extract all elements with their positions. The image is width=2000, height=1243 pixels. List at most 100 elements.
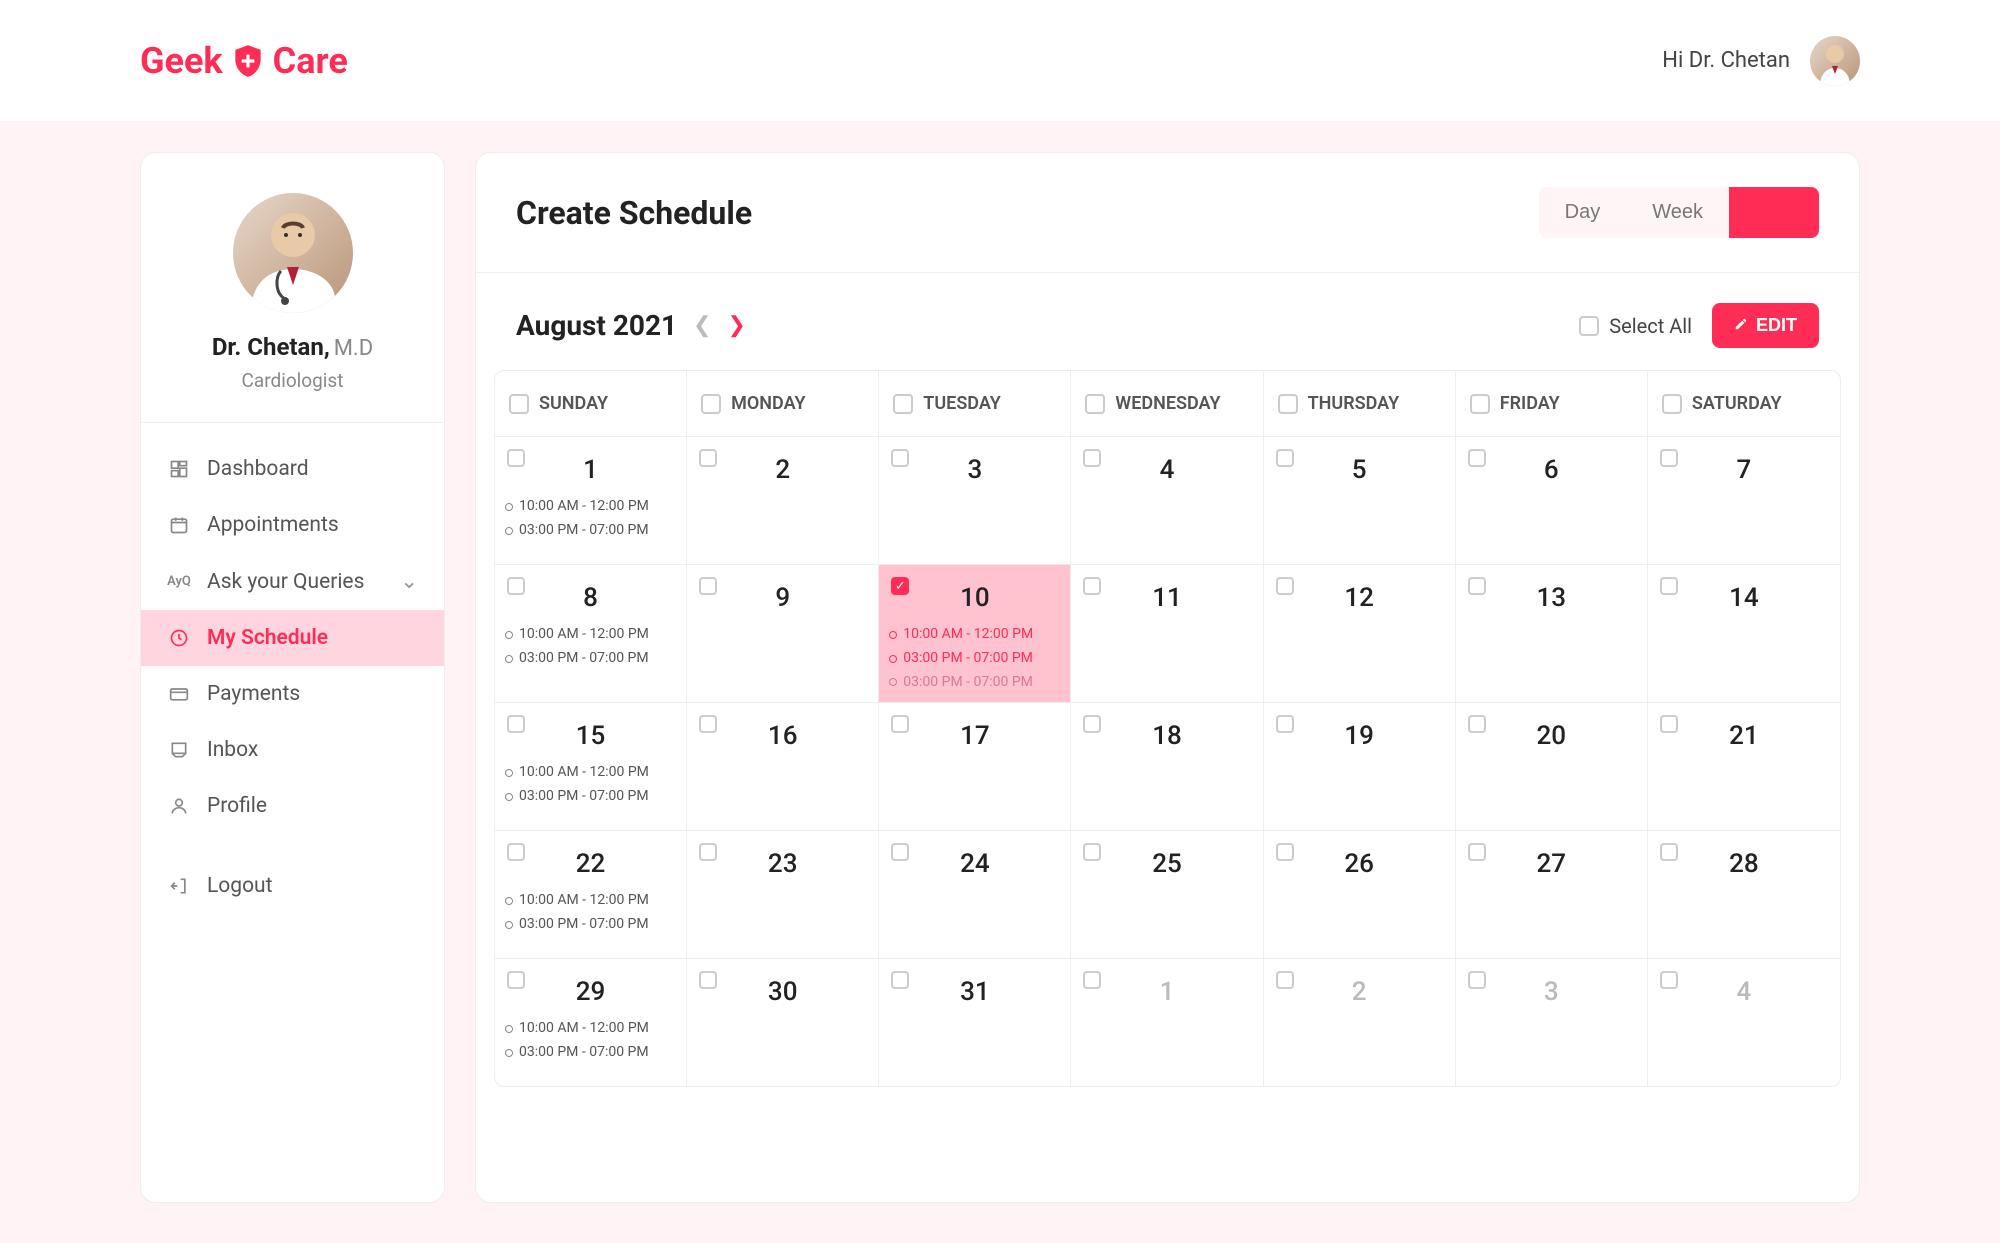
select-all[interactable]: Select All bbox=[1579, 314, 1692, 338]
day-checkbox[interactable] bbox=[1468, 449, 1486, 467]
day-checkbox[interactable] bbox=[699, 715, 717, 733]
calendar-cell[interactable]: 24 bbox=[879, 830, 1071, 958]
day-checkbox[interactable] bbox=[1660, 577, 1678, 595]
weekday-checkbox[interactable] bbox=[1470, 394, 1490, 414]
day-checkbox[interactable] bbox=[507, 449, 525, 467]
event-slot[interactable]: 03:00 PM - 07:00 PM bbox=[505, 647, 676, 671]
calendar-cell[interactable]: 2210:00 AM - 12:00 PM03:00 PM - 07:00 PM bbox=[495, 830, 687, 958]
next-month-icon[interactable]: ❯ bbox=[728, 313, 746, 338]
calendar-cell[interactable]: 11 bbox=[1071, 564, 1263, 702]
day-checkbox[interactable] bbox=[1660, 449, 1678, 467]
calendar-cell[interactable]: 12 bbox=[1264, 564, 1456, 702]
calendar-cell[interactable]: 2 bbox=[1264, 958, 1456, 1086]
event-slot[interactable]: 03:00 PM - 07:00 PM bbox=[505, 785, 676, 809]
nav-payments[interactable]: Payments bbox=[141, 666, 444, 722]
edit-button[interactable]: EDIT bbox=[1712, 303, 1819, 348]
calendar-cell[interactable]: 19 bbox=[1264, 702, 1456, 830]
calendar-cell[interactable]: 21 bbox=[1648, 702, 1840, 830]
day-checkbox[interactable]: ✓ bbox=[891, 577, 909, 595]
day-checkbox[interactable] bbox=[1276, 449, 1294, 467]
avatar[interactable] bbox=[1810, 36, 1860, 86]
nav-ask-your-queries[interactable]: AyQ Ask your Queries ⌄ bbox=[141, 553, 444, 610]
calendar-cell[interactable]: 6 bbox=[1456, 436, 1648, 564]
day-checkbox[interactable] bbox=[1468, 971, 1486, 989]
calendar-cell[interactable]: 17 bbox=[879, 702, 1071, 830]
day-checkbox[interactable] bbox=[699, 971, 717, 989]
calendar-cell[interactable]: 3 bbox=[1456, 958, 1648, 1086]
day-checkbox[interactable] bbox=[891, 843, 909, 861]
calendar-cell[interactable]: 20 bbox=[1456, 702, 1648, 830]
calendar-cell[interactable]: 18 bbox=[1071, 702, 1263, 830]
calendar-cell[interactable]: 16 bbox=[687, 702, 879, 830]
event-slot[interactable]: 03:00 PM - 07:00 PM bbox=[889, 671, 1060, 695]
day-checkbox[interactable] bbox=[507, 577, 525, 595]
event-slot[interactable]: 03:00 PM - 07:00 PM bbox=[505, 913, 676, 937]
calendar-cell[interactable]: 26 bbox=[1264, 830, 1456, 958]
calendar-cell[interactable]: ✓1010:00 AM - 12:00 PM03:00 PM - 07:00 P… bbox=[879, 564, 1071, 702]
view-month-button[interactable] bbox=[1729, 187, 1819, 238]
nav-logout[interactable]: Logout bbox=[141, 858, 444, 914]
day-checkbox[interactable] bbox=[1468, 715, 1486, 733]
nav-appointments[interactable]: Appointments bbox=[141, 497, 444, 553]
day-checkbox[interactable] bbox=[1083, 449, 1101, 467]
nav-profile[interactable]: Profile bbox=[141, 778, 444, 834]
select-all-checkbox[interactable] bbox=[1579, 316, 1599, 336]
day-checkbox[interactable] bbox=[1468, 843, 1486, 861]
weekday-checkbox[interactable] bbox=[1278, 394, 1298, 414]
calendar-cell[interactable]: 110:00 AM - 12:00 PM03:00 PM - 07:00 PM bbox=[495, 436, 687, 564]
day-checkbox[interactable] bbox=[1276, 577, 1294, 595]
calendar-cell[interactable]: 810:00 AM - 12:00 PM03:00 PM - 07:00 PM bbox=[495, 564, 687, 702]
day-checkbox[interactable] bbox=[1660, 971, 1678, 989]
event-slot[interactable]: 10:00 AM - 12:00 PM bbox=[505, 761, 676, 785]
day-checkbox[interactable] bbox=[891, 971, 909, 989]
day-checkbox[interactable] bbox=[1276, 715, 1294, 733]
calendar-cell[interactable]: 1510:00 AM - 12:00 PM03:00 PM - 07:00 PM bbox=[495, 702, 687, 830]
nav-inbox[interactable]: Inbox bbox=[141, 722, 444, 778]
calendar-cell[interactable]: 30 bbox=[687, 958, 879, 1086]
calendar-cell[interactable]: 25 bbox=[1071, 830, 1263, 958]
day-checkbox[interactable] bbox=[507, 715, 525, 733]
day-checkbox[interactable] bbox=[891, 715, 909, 733]
calendar-cell[interactable]: 23 bbox=[687, 830, 879, 958]
calendar-cell[interactable]: 2910:00 AM - 12:00 PM03:00 PM - 07:00 PM bbox=[495, 958, 687, 1086]
day-checkbox[interactable] bbox=[891, 449, 909, 467]
calendar-cell[interactable]: 4 bbox=[1648, 958, 1840, 1086]
day-checkbox[interactable] bbox=[1468, 577, 1486, 595]
logo[interactable]: Geek Care bbox=[140, 40, 348, 82]
event-slot[interactable]: 10:00 AM - 12:00 PM bbox=[505, 889, 676, 913]
calendar-cell[interactable]: 13 bbox=[1456, 564, 1648, 702]
view-day-button[interactable]: Day bbox=[1539, 187, 1627, 238]
event-slot[interactable]: 10:00 AM - 12:00 PM bbox=[505, 1017, 676, 1041]
day-checkbox[interactable] bbox=[699, 843, 717, 861]
weekday-checkbox[interactable] bbox=[701, 394, 721, 414]
day-checkbox[interactable] bbox=[1083, 843, 1101, 861]
view-week-button[interactable]: Week bbox=[1626, 187, 1729, 238]
event-slot[interactable]: 03:00 PM - 07:00 PM bbox=[505, 1041, 676, 1065]
calendar-cell[interactable]: 31 bbox=[879, 958, 1071, 1086]
event-slot[interactable]: 03:00 PM - 07:00 PM bbox=[505, 519, 676, 543]
calendar-cell[interactable]: 28 bbox=[1648, 830, 1840, 958]
weekday-checkbox[interactable] bbox=[1662, 394, 1682, 414]
weekday-checkbox[interactable] bbox=[893, 394, 913, 414]
calendar-cell[interactable]: 14 bbox=[1648, 564, 1840, 702]
weekday-checkbox[interactable] bbox=[509, 394, 529, 414]
weekday-checkbox[interactable] bbox=[1085, 394, 1105, 414]
day-checkbox[interactable] bbox=[699, 449, 717, 467]
event-slot[interactable]: 10:00 AM - 12:00 PM bbox=[505, 623, 676, 647]
day-checkbox[interactable] bbox=[1276, 971, 1294, 989]
day-checkbox[interactable] bbox=[1083, 971, 1101, 989]
event-slot[interactable]: 10:00 AM - 12:00 PM bbox=[505, 495, 676, 519]
calendar-cell[interactable]: 5 bbox=[1264, 436, 1456, 564]
calendar-cell[interactable]: 7 bbox=[1648, 436, 1840, 564]
day-checkbox[interactable] bbox=[507, 843, 525, 861]
calendar-cell[interactable]: 9 bbox=[687, 564, 879, 702]
day-checkbox[interactable] bbox=[1276, 843, 1294, 861]
prev-month-icon[interactable]: ❮ bbox=[693, 313, 711, 338]
profile-avatar[interactable] bbox=[233, 193, 353, 313]
nav-dashboard[interactable]: Dashboard bbox=[141, 441, 444, 497]
calendar-cell[interactable]: 1 bbox=[1071, 958, 1263, 1086]
calendar-cell[interactable]: 27 bbox=[1456, 830, 1648, 958]
day-checkbox[interactable] bbox=[1660, 715, 1678, 733]
day-checkbox[interactable] bbox=[1083, 577, 1101, 595]
nav-my-schedule[interactable]: My Schedule bbox=[141, 610, 444, 666]
